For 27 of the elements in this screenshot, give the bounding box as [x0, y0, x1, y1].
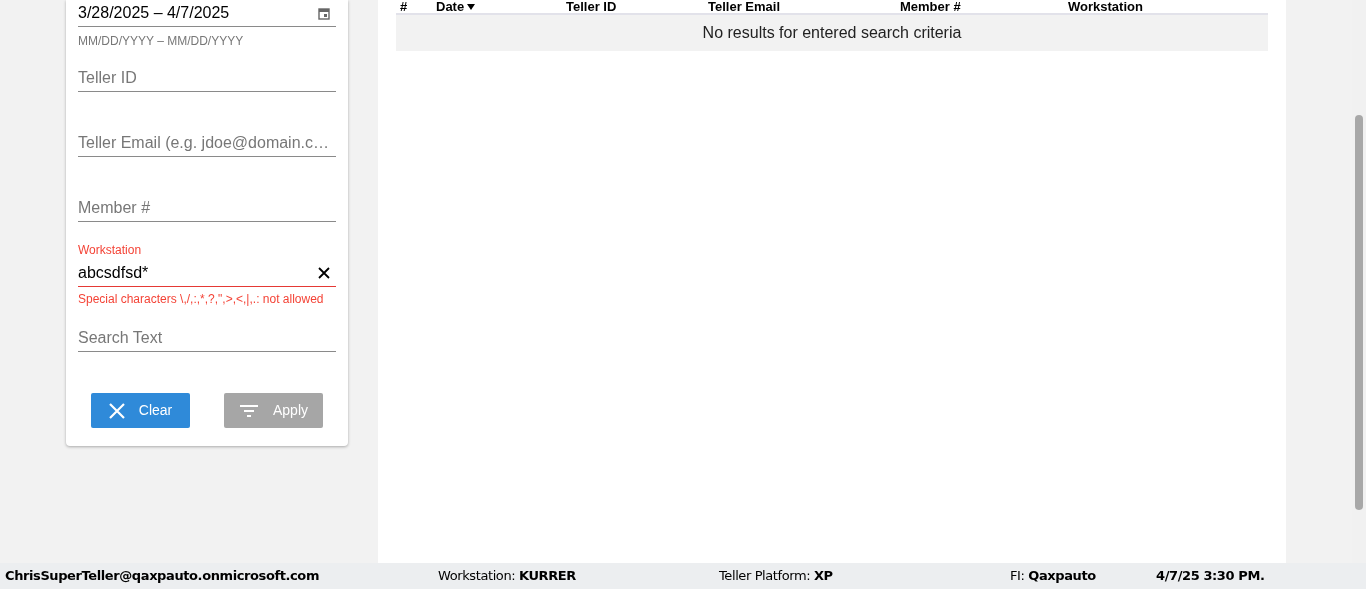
- field-hint: MM/DD/YYYY – MM/DD/YYYY: [78, 33, 244, 50]
- close-icon: [108, 402, 125, 419]
- empty-message: No results for entered search criteria: [396, 15, 1268, 51]
- user-email: ChrisSuperTeller@qaxpauto.onmicrosoft.com: [4, 567, 321, 586]
- column-header[interactable]: #: [396, 0, 436, 13]
- input-field[interactable]: Teller Email (e.g. jdoe@domain.c…: [78, 129, 336, 157]
- status-item: Workstation: KURRER: [438, 567, 577, 586]
- column-header[interactable]: Workstation: [1068, 0, 1218, 13]
- column-header[interactable]: Date: [436, 0, 566, 13]
- close-icon[interactable]: [318, 267, 330, 279]
- column-header[interactable]: Teller ID: [566, 0, 708, 13]
- input-field[interactable]: Teller ID: [78, 64, 336, 92]
- scrollbar-thumb[interactable]: [1355, 115, 1363, 510]
- clear-button[interactable]: Clear: [91, 393, 190, 428]
- input-field[interactable]: Member #: [78, 194, 336, 222]
- input-field[interactable]: Search Text: [78, 324, 336, 352]
- input-field[interactable]: abcsdfsd*: [78, 259, 336, 287]
- filter-icon: [239, 403, 259, 418]
- column-header[interactable]: Teller Email: [708, 0, 900, 13]
- column-header[interactable]: Member #: [900, 0, 1068, 13]
- status-item: FI: Qaxpauto: [1010, 567, 1097, 586]
- error-message: Special characters \,/,:,*,?,",>,<,|,.: not allowed: [78, 291, 324, 307]
- status-datetime: 4/7/25 3:30 PM.: [1156, 567, 1265, 586]
- field-label: Workstation: [78, 243, 143, 257]
- status-item: Teller Platform: XP: [719, 567, 834, 586]
- date-range-field[interactable]: 3/28/2025 – 4/7/2025: [78, 0, 336, 27]
- calendar-icon: [318, 6, 330, 20]
